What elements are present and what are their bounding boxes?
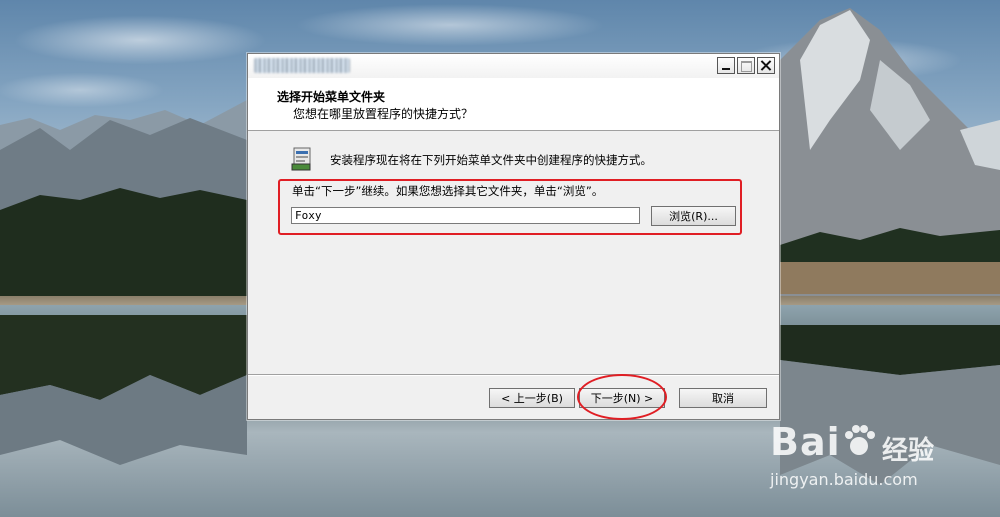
blurred-window-title (254, 58, 350, 73)
baidu-paw-icon (845, 425, 875, 455)
baidu-watermark: Bai 经验 jingyan.baidu.com (770, 410, 990, 510)
close-icon[interactable] (757, 57, 775, 74)
annotation-highlight-box (278, 179, 742, 235)
minimize-icon[interactable] (717, 57, 735, 74)
setup-dialog: 选择开始菜单文件夹 您想在哪里放置程序的快捷方式？ 安装程序现在将在下列开始菜单… (247, 53, 780, 420)
back-button[interactable]: < 上一步(B) (489, 388, 575, 408)
footer-divider (248, 374, 779, 376)
setup-program-icon (291, 147, 311, 171)
description-text: 安装程序现在将在下列开始菜单文件夹中创建程序的快捷方式。 (330, 153, 652, 167)
annotation-circle (577, 374, 667, 420)
title-bar[interactable] (248, 54, 779, 78)
watermark-url: jingyan.baidu.com (770, 470, 918, 489)
watermark-brand-cn: 经验 (882, 436, 935, 466)
cancel-button[interactable]: 取消 (679, 388, 767, 408)
wizard-header: 选择开始菜单文件夹 您想在哪里放置程序的快捷方式？ (248, 78, 779, 131)
page-title: 选择开始菜单文件夹 (277, 90, 386, 104)
page-subtitle: 您想在哪里放置程序的快捷方式？ (293, 107, 474, 121)
watermark-brand: Bai (770, 420, 841, 464)
maximize-icon (737, 57, 755, 74)
